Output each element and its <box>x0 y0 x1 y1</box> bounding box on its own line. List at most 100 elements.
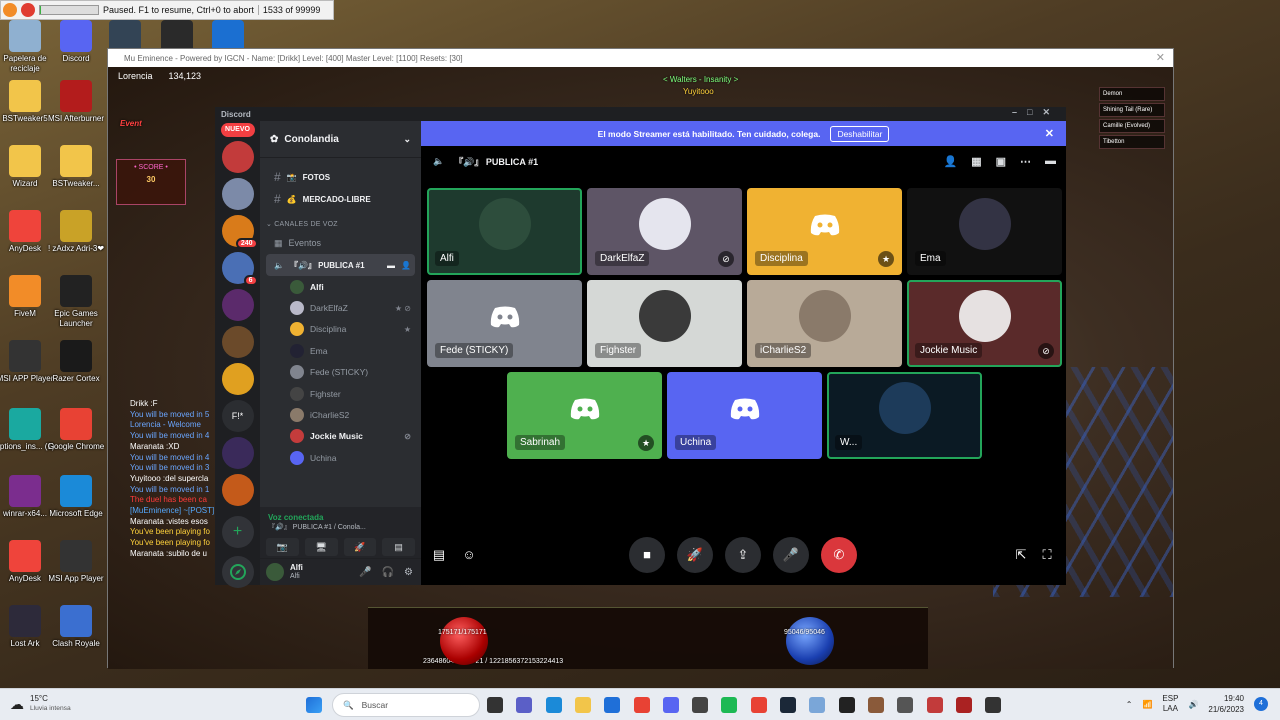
add-member-icon[interactable]: 👤 <box>401 261 415 270</box>
participant-tile[interactable]: DarkElfaZ ⊘ <box>587 188 742 275</box>
voice-user[interactable]: Ema <box>260 340 421 361</box>
game-icon[interactable] <box>897 697 914 713</box>
emoji-icon[interactable]: ☺ <box>459 537 479 573</box>
clock[interactable]: 19:40 21/6/2023 <box>1208 693 1244 715</box>
popout-icon[interactable]: ⇱ <box>1011 537 1031 573</box>
desktop-icon[interactable]: Google Chrome <box>45 408 107 452</box>
voice-channel-sub[interactable]: 『🔊』 PUBLICA #1 / Conola... <box>260 522 421 532</box>
notification-badge[interactable]: 4 <box>1254 697 1268 711</box>
more-icon[interactable]: ⋯ <box>1020 155 1031 168</box>
weather-widget[interactable]: ☁ 15°C Lluvia intensa <box>10 694 71 714</box>
text-channel[interactable]: # 💰 MERCADO-LIBRE <box>260 188 421 210</box>
start-icon[interactable] <box>306 697 322 713</box>
participant-tile[interactable]: iCharlieS2 <box>747 280 902 367</box>
voice-user[interactable]: Disciplina ★ <box>260 319 421 340</box>
chat-icon[interactable]: ▬ <box>1045 155 1056 168</box>
screen-share-button[interactable]: ⇪ <box>725 537 761 573</box>
server-icon[interactable] <box>221 178 254 210</box>
desktop-icon[interactable]: MSI Afterburner <box>45 80 107 124</box>
app-icon[interactable] <box>985 697 1002 713</box>
wifi-icon[interactable]: 📶 <box>1142 700 1152 709</box>
popout-icon[interactable]: ▣ <box>996 155 1006 168</box>
activity-icon[interactable]: 🚀 <box>343 538 377 556</box>
task-view-icon[interactable] <box>487 697 503 713</box>
events-channel[interactable]: ▦ Eventos <box>260 232 421 254</box>
grid-layout-icon[interactable]: ▦ <box>971 155 981 168</box>
discord-icon[interactable] <box>662 697 679 713</box>
party-entry[interactable]: Demon <box>1099 87 1165 101</box>
chat-icon[interactable]: ▬ <box>387 261 395 270</box>
resume-icon[interactable] <box>3 3 17 17</box>
voice-user[interactable]: Fighster <box>260 383 421 404</box>
camera-icon[interactable]: 📷 <box>266 538 299 556</box>
microphone-button[interactable]: 🎤 <box>773 537 809 573</box>
disconnect-button[interactable]: ✆ <box>821 537 857 573</box>
microphone-icon[interactable]: 🎤 <box>359 567 371 578</box>
explore-icon[interactable] <box>221 556 254 588</box>
soundboard-icon[interactable]: ▤ <box>429 537 449 573</box>
chevron-down-icon[interactable]: ⌄ <box>403 134 411 145</box>
stop-icon[interactable] <box>21 3 35 17</box>
desktop-icon[interactable]: Microsoft Edge <box>45 475 107 519</box>
server-header[interactable]: ✿ Conolandia ⌄ <box>260 121 421 158</box>
party-entry[interactable]: Tibetton <box>1099 135 1165 149</box>
camera-button[interactable]: ■ <box>629 537 665 573</box>
desktop-icon[interactable]: ! zAdxz Adri-3❤ <box>45 210 107 254</box>
desktop-icon[interactable]: MSI App Player <box>45 540 107 584</box>
close-icon[interactable]: ✕ <box>1045 127 1054 140</box>
participant-tile[interactable]: Alfi <box>427 188 582 275</box>
fullscreen-icon[interactable]: ⛶ <box>1037 537 1057 573</box>
voice-user[interactable]: DarkElfaZ ★ ⊘ <box>260 297 421 318</box>
teams-icon[interactable] <box>516 697 533 713</box>
app-icon[interactable] <box>955 697 972 713</box>
voice-connected-label[interactable]: Voz conectada <box>260 507 421 522</box>
speaker-icon[interactable]: 🔊 <box>1188 700 1198 709</box>
desktop-icon[interactable]: Clash Royale <box>45 605 107 649</box>
steam-icon[interactable] <box>780 697 796 713</box>
desktop-icon[interactable]: Epic Games Launcher <box>45 275 107 329</box>
voice-user[interactable]: Uchina <box>260 447 421 468</box>
participant-tile[interactable]: Uchina <box>667 372 822 459</box>
party-entry[interactable]: Camille (Evolved) <box>1099 119 1165 133</box>
voice-category[interactable]: ⌄ CANALES DE VOZ <box>260 210 421 232</box>
server-icon[interactable]: 6 <box>221 252 258 286</box>
chrome-icon[interactable] <box>750 697 767 713</box>
party-entry[interactable]: Shining Tail (Rare) <box>1099 103 1165 117</box>
game-icon[interactable] <box>838 697 855 713</box>
window-controls[interactable]: –□✕ <box>1012 107 1060 118</box>
event-label[interactable]: Event <box>120 119 142 128</box>
edge-icon[interactable] <box>545 697 562 713</box>
add-user-icon[interactable]: 👤 <box>943 155 957 168</box>
voice-user[interactable]: Alfi <box>260 276 421 297</box>
chevron-up-icon[interactable]: ⌃ <box>1126 700 1133 709</box>
store-icon[interactable] <box>692 697 709 713</box>
server-icon[interactable] <box>221 474 254 506</box>
spotify-icon[interactable] <box>721 697 738 713</box>
participant-tile[interactable]: W... <box>827 372 982 459</box>
participant-tile[interactable]: Disciplina ★ <box>747 188 902 275</box>
server-icon[interactable] <box>221 437 254 469</box>
server-icon[interactable]: 240 <box>221 215 258 249</box>
notepad-icon[interactable] <box>809 697 826 713</box>
explorer-icon[interactable] <box>574 697 591 713</box>
add-server-icon[interactable]: + <box>221 516 254 548</box>
voice-user[interactable]: iCharlieS2 <box>260 404 421 425</box>
game-icon[interactable] <box>867 697 884 713</box>
mail-icon[interactable] <box>604 697 621 713</box>
activity-button[interactable]: 🚀 <box>677 537 713 573</box>
search-box[interactable]: 🔍 Buscar <box>332 693 480 717</box>
participant-tile[interactable]: Fighster <box>587 280 742 367</box>
server-icon[interactable] <box>221 326 254 358</box>
participant-tile[interactable]: Sabrinah ★ <box>507 372 662 459</box>
chrome-icon[interactable] <box>633 697 650 713</box>
disable-streamer-button[interactable]: Deshabilitar <box>830 125 890 142</box>
server-icon[interactable] <box>221 363 254 395</box>
participant-tile[interactable]: Ema <box>907 188 1062 275</box>
server-icon[interactable]: F!* <box>221 400 254 432</box>
language-indicator[interactable]: ESP LAA <box>1162 694 1178 714</box>
user-panel[interactable]: Alfi Alfi 🎤 🎧 ⚙ <box>260 559 421 585</box>
gear-icon[interactable]: ⚙ <box>404 567 413 578</box>
desktop-icon[interactable]: BSTweaker... <box>45 145 107 189</box>
server-icon[interactable] <box>221 141 254 173</box>
new-badge[interactable]: NUEVO <box>220 123 255 137</box>
